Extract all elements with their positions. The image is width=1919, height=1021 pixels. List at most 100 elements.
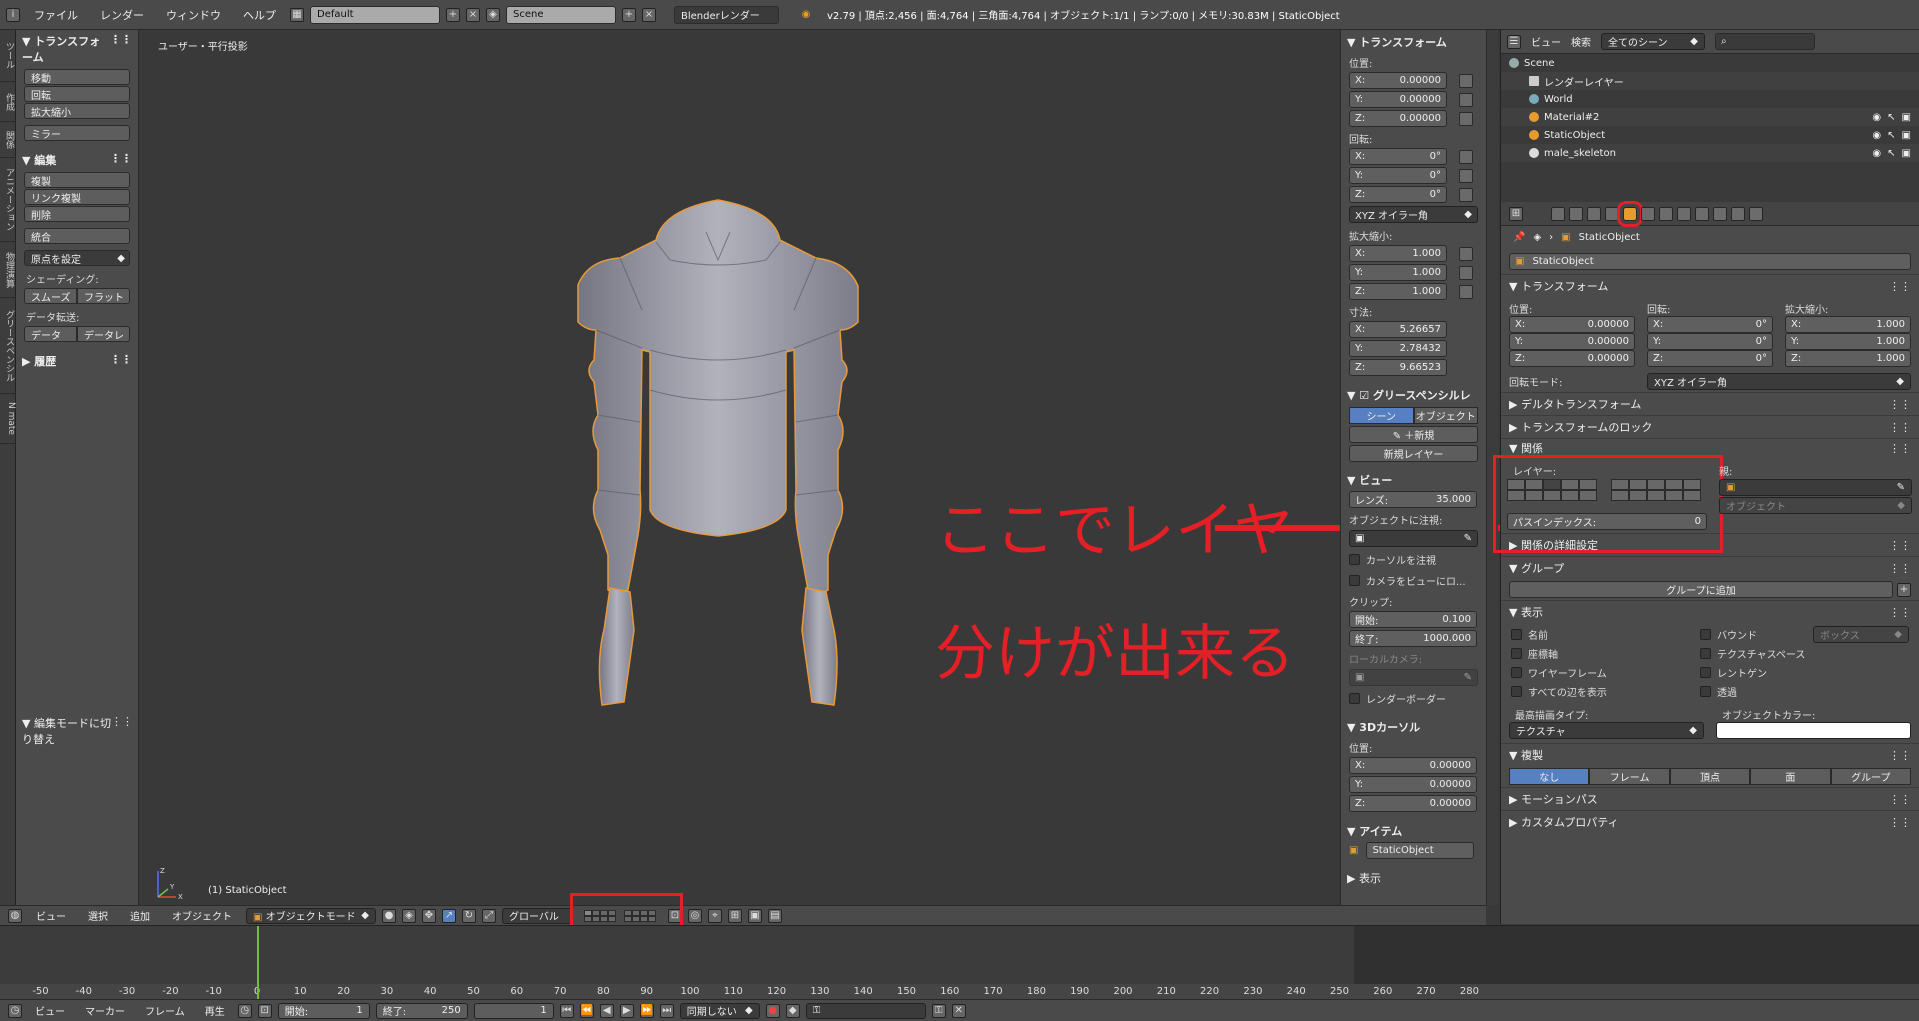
shading-mode-icon[interactable]: ● — [382, 908, 396, 923]
menu-window[interactable]: ウィンドウ — [166, 7, 221, 23]
dup-none-button[interactable]: なし — [1509, 768, 1590, 785]
outliner-menu-view[interactable]: ビュー — [1531, 34, 1561, 49]
join-button[interactable]: 統合 — [24, 228, 130, 244]
lock-icon[interactable] — [1459, 149, 1473, 164]
add-to-group-button[interactable]: グループに追加 — [1509, 581, 1893, 598]
n-location-y[interactable]: Y: 0.00000 — [1349, 91, 1447, 108]
lock-icon[interactable] — [1459, 92, 1473, 107]
loc-z-field[interactable]: Z: 0.00000 — [1509, 350, 1635, 367]
menu-view[interactable]: ビュー — [36, 908, 66, 923]
eye-icon[interactable]: ◉ — [1872, 148, 1881, 159]
shade-flat-button[interactable]: フラット — [77, 288, 130, 304]
current-frame-field[interactable]: 1 — [473, 1002, 554, 1019]
rot-x-field[interactable]: X: 0° — [1647, 316, 1773, 333]
rot-y-field[interactable]: Y: 0° — [1647, 333, 1773, 350]
loc-x-field[interactable]: X: 0.00000 — [1509, 316, 1635, 333]
scale-x-field[interactable]: X: 1.000 — [1785, 316, 1911, 333]
pivot-icon[interactable]: ◈ — [402, 908, 416, 923]
item-name-field[interactable]: StaticObject — [1366, 842, 1475, 859]
3d-viewport[interactable]: ユーザー・平行投影 Z Y X (1) StaticObject ここでレイヤー… — [140, 30, 1640, 905]
rot-z-field[interactable]: Z: 0° — [1647, 350, 1773, 367]
rotate-manipulator-icon[interactable]: ↻ — [462, 908, 476, 923]
outliner-row-staticobject[interactable]: StaticObject ◉ ↖ ▣ — [1501, 126, 1919, 144]
lock-icon[interactable] — [1459, 111, 1473, 126]
render-icon[interactable]: ▣ — [1902, 130, 1911, 141]
render-engine-select[interactable]: Blenderレンダー — [674, 5, 779, 24]
n-scale-y[interactable]: Y: 1.000 — [1349, 264, 1447, 281]
add-layout-icon[interactable]: + — [446, 7, 460, 22]
lock-object-field[interactable]: ▣ ✎ — [1349, 530, 1478, 547]
show-axis-checkbox[interactable]: 座標軸 — [1511, 644, 1700, 663]
translate-button[interactable]: 移動 — [24, 69, 130, 85]
rotation-mode-select[interactable]: XYZ オイラー角 ◆ — [1647, 373, 1911, 390]
modifiers-tab-icon[interactable] — [1659, 206, 1673, 221]
tab-create[interactable]: 作成 — [0, 82, 16, 122]
display-header[interactable]: ▼ 表示 ⋮⋮ — [1501, 600, 1919, 623]
layer-buttons-a[interactable] — [1507, 479, 1597, 501]
n-display-header[interactable]: ▶ 表示 — [1341, 866, 1486, 888]
local-camera-field[interactable]: ▣ ✎ — [1349, 669, 1478, 686]
dup-faces-button[interactable]: 面 — [1750, 768, 1831, 785]
shade-smooth-button[interactable]: スムーズ — [24, 288, 77, 304]
n-item-header[interactable]: ▼ アイテム — [1341, 819, 1486, 841]
n-transform-header[interactable]: ▼ トランスフォーム — [1341, 30, 1486, 52]
max-draw-select[interactable]: テクスチャ ◆ — [1509, 722, 1704, 739]
gp-new-layer-button[interactable]: 新規レイヤー — [1349, 445, 1478, 462]
n-view-header[interactable]: ▼ ビュー — [1341, 468, 1486, 490]
set-origin-dropdown[interactable]: 原点を設定 ◆ — [24, 250, 130, 266]
screen-layout-field[interactable]: Default — [310, 5, 440, 24]
groups-header[interactable]: ▼ グループ ⋮⋮ — [1501, 556, 1919, 579]
delete-key-icon[interactable]: ✕ — [951, 1003, 966, 1018]
lock-icon[interactable] — [1459, 168, 1473, 183]
viewport-layers[interactable] — [570, 892, 683, 943]
scale-button[interactable]: 拡大縮小 — [24, 103, 130, 119]
show-transparent-checkbox[interactable]: 透過 — [1700, 682, 1909, 701]
menu-object[interactable]: オブジェクト — [172, 908, 232, 923]
scene-tab-icon[interactable] — [1587, 206, 1601, 221]
tab-physics[interactable]: 物理演算 — [0, 242, 16, 298]
cursor-icon[interactable]: ↖ — [1887, 112, 1895, 123]
show-wire-checkbox[interactable]: ワイヤーフレーム — [1511, 663, 1700, 682]
menu-select[interactable]: 選択 — [88, 908, 108, 923]
n-rotation-mode[interactable]: XYZ オイラー角 ◆ — [1349, 206, 1478, 223]
manipulator-icon[interactable]: ✥ — [422, 908, 436, 923]
lock-icon[interactable] — [1459, 246, 1473, 261]
mirror-button[interactable]: ミラー — [24, 125, 130, 141]
particles-tab-icon[interactable] — [1731, 206, 1745, 221]
render-tab-icon[interactable] — [1551, 206, 1565, 221]
cursor-icon[interactable]: ↖ — [1887, 130, 1895, 141]
data-tab-icon[interactable] — [1677, 206, 1691, 221]
timeline[interactable]: -50-40-30-20-100102030405060708090100110… — [0, 925, 1919, 1000]
render-border-checkbox[interactable]: レンダーボーダー — [1341, 688, 1486, 709]
lock-icon[interactable] — [1459, 284, 1473, 299]
parent-type-select[interactable]: オブジェクト ◆ — [1719, 497, 1912, 514]
tab-nmate[interactable]: N mate — [0, 394, 16, 444]
keying-set-field[interactable]: ⚿ — [805, 1002, 926, 1019]
outliner-row-skeleton[interactable]: male_skeleton ◉ ↖ ▣ — [1501, 144, 1919, 162]
data-layout-button[interactable]: データレ — [77, 326, 130, 342]
panel-history-header[interactable]: ▶ 履歴 ⋮⋮ — [16, 350, 138, 372]
proportional-edit-icon[interactable]: ◎ — [688, 908, 702, 923]
transform-lock-header[interactable]: ▶ トランスフォームのロック ⋮⋮ — [1501, 415, 1919, 438]
n-3d-cursor-header[interactable]: ▼ 3Dカーソル — [1341, 715, 1486, 737]
dup-verts-button[interactable]: 頂点 — [1669, 768, 1751, 785]
lock-range-icon[interactable]: ⊡ — [257, 1003, 272, 1018]
pin-icon[interactable]: 📌 — [1513, 232, 1525, 243]
plus-icon[interactable]: + — [1897, 582, 1911, 597]
cursor-icon[interactable]: ↖ — [1887, 148, 1895, 159]
material-tab-icon[interactable] — [1695, 206, 1709, 221]
outliner-menu-search[interactable]: 検索 — [1571, 34, 1591, 49]
object-name-field[interactable]: ▣ StaticObject — [1509, 253, 1911, 270]
scene-field[interactable]: Scene — [506, 5, 616, 24]
scale-y-field[interactable]: Y: 1.000 — [1785, 333, 1911, 350]
menu-add[interactable]: 追加 — [130, 908, 150, 923]
n-dim-x[interactable]: X: 5.26657 — [1349, 321, 1447, 338]
menu-help[interactable]: ヘルプ — [243, 7, 276, 23]
n-rotation-x[interactable]: X: 0° — [1349, 148, 1447, 165]
n-dim-y[interactable]: Y: 2.78432 — [1349, 340, 1447, 357]
pass-index-field[interactable]: パスインデックス: 0 — [1507, 513, 1707, 530]
panel-transform-header[interactable]: ▼ トランスフォーム ⋮⋮ — [16, 30, 138, 68]
n-location-z[interactable]: Z: 0.00000 — [1349, 110, 1447, 127]
scale-z-field[interactable]: Z: 1.000 — [1785, 350, 1911, 367]
loc-y-field[interactable]: Y: 0.00000 — [1509, 333, 1635, 350]
